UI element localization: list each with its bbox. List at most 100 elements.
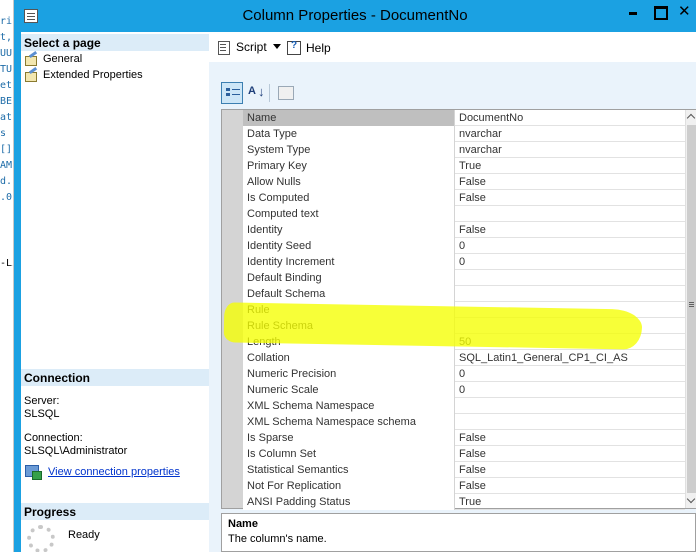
property-row-rule-schema[interactable]: Rule Schema: [243, 318, 685, 334]
property-row-xml-schema-namespace-schema[interactable]: XML Schema Namespace schema: [243, 414, 685, 430]
page-item-label: General: [43, 53, 83, 65]
background-status-text: -Lin: [0, 258, 13, 269]
background-code-line: s: [0, 128, 7, 139]
close-button[interactable]: ✕: [672, 1, 696, 22]
property-value[interactable]: 50: [455, 334, 685, 350]
page-item-extended-properties[interactable]: Extended Properties: [24, 67, 143, 83]
property-row-default-binding[interactable]: Default Binding: [243, 270, 685, 286]
property-value[interactable]: DocumentNo: [455, 110, 685, 126]
connection-value: SLSQL\Administrator: [24, 445, 128, 457]
property-value[interactable]: [455, 318, 685, 334]
background-code-line: UU: [0, 48, 13, 59]
property-pages-button[interactable]: [275, 82, 297, 104]
property-value[interactable]: False: [455, 430, 685, 446]
property-row-is-sparse[interactable]: Is Sparse False: [243, 430, 685, 446]
server-value: SLSQL: [24, 408, 60, 420]
property-value[interactable]: [455, 398, 685, 414]
property-row-data-type[interactable]: Data Type nvarchar: [243, 126, 685, 142]
property-value[interactable]: False: [455, 478, 685, 494]
server-label: Server:: [24, 395, 60, 407]
script-label: Script: [236, 40, 267, 54]
maximize-button[interactable]: [646, 1, 672, 22]
wrench-page-icon: [24, 53, 38, 66]
property-row-default-schema[interactable]: Default Schema: [243, 286, 685, 302]
property-row-not-for-replication[interactable]: Not For Replication False: [243, 478, 685, 494]
property-value[interactable]: nvarchar: [455, 126, 685, 142]
background-code-line: AM: [0, 160, 13, 171]
property-value[interactable]: False: [455, 446, 685, 462]
property-value[interactable]: False: [455, 174, 685, 190]
alphabetical-icon: A: [248, 85, 256, 97]
property-row-system-type[interactable]: System Type nvarchar: [243, 142, 685, 158]
property-name: Primary Key: [243, 158, 455, 174]
progress-spinner-icon: [27, 525, 55, 552]
property-row-rule[interactable]: Rule: [243, 302, 685, 318]
property-row-collation[interactable]: Collation SQL_Latin1_General_CP1_CI_AS: [243, 350, 685, 366]
page-item-general[interactable]: General: [24, 51, 82, 67]
scroll-down-arrow-icon[interactable]: [686, 494, 696, 508]
script-button[interactable]: Script: [217, 40, 267, 55]
property-name: Default Schema: [243, 286, 455, 302]
property-value[interactable]: [455, 286, 685, 302]
property-name: Rule Schema: [243, 318, 455, 334]
description-title: Name: [228, 518, 258, 530]
connection-header: Connection: [21, 369, 209, 386]
content-area: Script Help A ↓ NameDocumentNoData Typen…: [209, 32, 696, 552]
script-dropdown-arrow-icon[interactable]: [273, 44, 281, 49]
property-row-numeric-precision[interactable]: Numeric Precision 0: [243, 366, 685, 382]
background-code-line: TU: [0, 64, 13, 75]
vertical-scrollbar[interactable]: [685, 110, 696, 508]
view-connection-properties-link[interactable]: View connection properties: [24, 464, 180, 480]
scroll-up-arrow-icon[interactable]: [686, 110, 696, 124]
property-value[interactable]: [455, 270, 685, 286]
property-row-xml-schema-namespace[interactable]: XML Schema Namespace: [243, 398, 685, 414]
property-row-is-column-set[interactable]: Is Column Set False: [243, 446, 685, 462]
help-button[interactable]: Help: [286, 40, 331, 55]
background-code-line: ri: [0, 16, 13, 27]
property-row-ansi-padding-status[interactable]: ANSI Padding Status True: [243, 494, 685, 510]
toolbar: Script Help: [209, 32, 696, 62]
minimize-button[interactable]: [620, 1, 646, 22]
property-value[interactable]: [455, 414, 685, 430]
property-row-identity-increment[interactable]: Identity Increment 0: [243, 254, 685, 270]
property-row-is-computed[interactable]: Is Computed False: [243, 190, 685, 206]
property-value[interactable]: False: [455, 190, 685, 206]
scroll-thumb[interactable]: [687, 125, 696, 493]
property-row-identity-seed[interactable]: Identity Seed 0: [243, 238, 685, 254]
property-value[interactable]: SQL_Latin1_General_CP1_CI_AS: [455, 350, 685, 366]
property-name: Name: [243, 110, 455, 126]
property-row-allow-nulls[interactable]: Allow Nulls False: [243, 174, 685, 190]
property-value[interactable]: [455, 302, 685, 318]
property-value[interactable]: nvarchar: [455, 142, 685, 158]
property-value[interactable]: 0: [455, 238, 685, 254]
connection-properties-icon: [24, 464, 42, 480]
close-icon: ✕: [678, 3, 691, 20]
property-row-computed-text[interactable]: Computed text: [243, 206, 685, 222]
background-code-line: t,: [0, 32, 13, 43]
column-properties-window: Column Properties - DocumentNo ✕ Select …: [14, 0, 696, 552]
property-value[interactable]: 0: [455, 382, 685, 398]
property-name: Allow Nulls: [243, 174, 455, 190]
property-value[interactable]: False: [455, 222, 685, 238]
background-code-line: at: [0, 112, 13, 123]
alphabetical-button[interactable]: A ↓: [245, 82, 267, 104]
title-bar[interactable]: Column Properties - DocumentNo ✕: [14, 0, 696, 32]
property-row-name[interactable]: Name DocumentNo: [243, 110, 685, 126]
property-value[interactable]: True: [455, 158, 685, 174]
property-name: XML Schema Namespace schema: [243, 414, 455, 430]
property-row-length[interactable]: Length 50: [243, 334, 685, 350]
property-row-numeric-scale[interactable]: Numeric Scale 0: [243, 382, 685, 398]
property-value[interactable]: [455, 206, 685, 222]
property-row-identity[interactable]: Identity False: [243, 222, 685, 238]
property-value[interactable]: 0: [455, 366, 685, 382]
property-value[interactable]: 0: [455, 254, 685, 270]
description-text: The column's name.: [228, 533, 327, 545]
property-row-statistical-semantics[interactable]: Statistical Semantics False: [243, 462, 685, 478]
help-icon: [286, 40, 302, 55]
property-row-primary-key[interactable]: Primary Key True: [243, 158, 685, 174]
property-value[interactable]: True: [455, 494, 685, 510]
categorized-button[interactable]: [221, 82, 243, 104]
property-name: Identity Seed: [243, 238, 455, 254]
property-name: Identity Increment: [243, 254, 455, 270]
property-value[interactable]: False: [455, 462, 685, 478]
